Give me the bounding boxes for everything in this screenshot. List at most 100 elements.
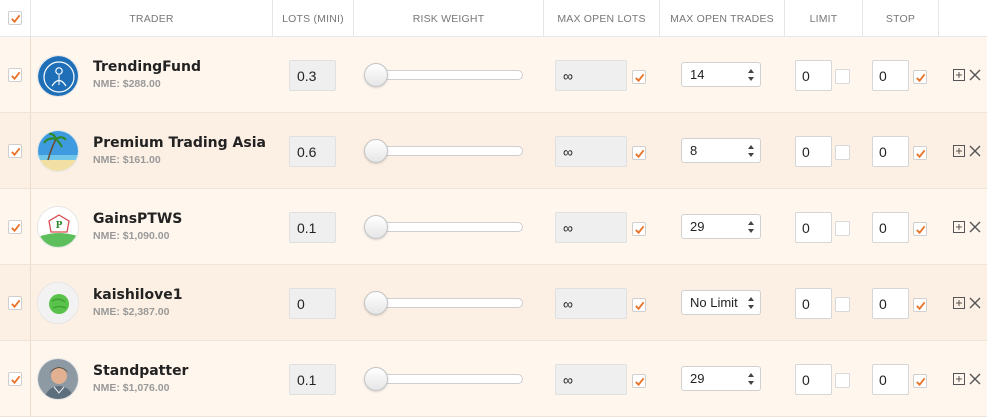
- risk-weight-slider-handle[interactable]: [364, 367, 388, 391]
- risk-weight-track[interactable]: [375, 70, 523, 80]
- row-select-checkbox[interactable]: [8, 372, 22, 386]
- max-open-lots-checkbox[interactable]: [632, 374, 646, 388]
- risk-weight-track[interactable]: [375, 374, 523, 384]
- risk-weight-track[interactable]: [375, 222, 523, 232]
- checkmark-icon: [10, 375, 20, 384]
- person-photo-avatar-icon[interactable]: [37, 358, 79, 400]
- limit-checkbox[interactable]: [835, 373, 850, 388]
- risk-weight-track[interactable]: [375, 298, 523, 308]
- trader-name[interactable]: GainsPTWS: [93, 211, 182, 227]
- limit-checkbox[interactable]: [835, 69, 850, 84]
- table-row: kaishilove1 NME: $2,387.00 0 ∞ No Limit …: [0, 265, 987, 341]
- limit-input[interactable]: 0: [795, 364, 832, 395]
- header-limit[interactable]: LIMIT: [785, 0, 862, 37]
- max-open-trades-select[interactable]: 8: [681, 138, 761, 163]
- select-arrows-icon: [748, 69, 754, 81]
- risk-weight-slider-handle[interactable]: [364, 63, 388, 87]
- expand-plus-icon[interactable]: [953, 145, 965, 157]
- max-open-trades-select[interactable]: No Limit: [681, 290, 761, 315]
- lots-input[interactable]: 0: [289, 288, 336, 319]
- limit-checkbox[interactable]: [835, 145, 850, 160]
- table-row: Premium Trading Asia NME: $161.00 0.6 ∞ …: [0, 113, 987, 189]
- lots-input[interactable]: 0.1: [289, 364, 336, 395]
- stop-input[interactable]: 0: [872, 364, 909, 395]
- row-select-checkbox[interactable]: [8, 220, 22, 234]
- expand-plus-icon[interactable]: [953, 69, 965, 81]
- max-open-lots-input[interactable]: ∞: [555, 60, 627, 91]
- trader-name[interactable]: Standpatter: [93, 363, 188, 379]
- close-icon[interactable]: [969, 221, 981, 233]
- stop-input[interactable]: 0: [872, 212, 909, 243]
- stop-checkbox[interactable]: [913, 146, 927, 160]
- checkmark-icon: [915, 301, 925, 310]
- header-risk-weight[interactable]: RISK WEIGHT: [354, 0, 543, 37]
- header-max-open-lots[interactable]: MAX OPEN LOTS: [544, 0, 659, 37]
- close-icon[interactable]: [969, 373, 981, 385]
- max-open-lots-checkbox[interactable]: [632, 146, 646, 160]
- limit-checkbox[interactable]: [835, 297, 850, 312]
- limit-input[interactable]: 0: [795, 60, 832, 91]
- stop-checkbox[interactable]: [913, 222, 927, 236]
- lots-input[interactable]: 0.6: [289, 136, 336, 167]
- lots-input[interactable]: 0.1: [289, 212, 336, 243]
- header-trader[interactable]: TRADER: [31, 0, 272, 37]
- expand-plus-icon[interactable]: [953, 221, 965, 233]
- limit-checkbox[interactable]: [835, 221, 850, 236]
- risk-weight-track[interactable]: [375, 146, 523, 156]
- row-select-checkbox[interactable]: [8, 296, 22, 310]
- max-open-lots-input[interactable]: ∞: [555, 288, 627, 319]
- checkmark-icon: [634, 73, 644, 82]
- max-open-trades-select[interactable]: 29: [681, 366, 761, 391]
- row-select-checkbox[interactable]: [8, 68, 22, 82]
- close-icon[interactable]: [969, 297, 981, 309]
- checkmark-icon: [915, 377, 925, 386]
- trendingfund-avatar-icon[interactable]: [37, 55, 79, 97]
- max-open-lots-checkbox[interactable]: [632, 222, 646, 236]
- select-arrows-icon: [748, 297, 754, 309]
- trader-name[interactable]: Premium Trading Asia: [93, 135, 266, 151]
- expand-plus-icon[interactable]: [953, 373, 965, 385]
- green-ball-avatar-icon[interactable]: [37, 282, 79, 324]
- select-all-checkbox[interactable]: [8, 11, 22, 25]
- limit-input[interactable]: 0: [795, 288, 832, 319]
- max-open-trades-value: 8: [690, 143, 698, 158]
- stop-input[interactable]: 0: [872, 288, 909, 319]
- stop-input[interactable]: 0: [872, 60, 909, 91]
- header-max-open-trades[interactable]: MAX OPEN TRADES: [660, 0, 784, 37]
- risk-weight-slider-handle[interactable]: [364, 291, 388, 315]
- beach-avatar-icon[interactable]: [37, 130, 79, 172]
- expand-plus-icon[interactable]: [953, 297, 965, 309]
- stop-checkbox[interactable]: [913, 70, 927, 84]
- header-stop[interactable]: STOP: [863, 0, 938, 37]
- max-open-lots-input[interactable]: ∞: [555, 136, 627, 167]
- stop-input[interactable]: 0: [872, 136, 909, 167]
- header-lots[interactable]: LOTS (MINI): [273, 0, 353, 37]
- max-open-lots-input[interactable]: ∞: [555, 364, 627, 395]
- checkmark-icon: [10, 14, 20, 23]
- trader-nme: NME: $161.00: [93, 154, 161, 166]
- max-open-lots-checkbox[interactable]: [632, 70, 646, 84]
- close-icon[interactable]: [969, 69, 981, 81]
- risk-weight-slider-handle[interactable]: [364, 215, 388, 239]
- checkmark-icon: [10, 147, 20, 156]
- table-row: Standpatter NME: $1,076.00 0.1 ∞ 29 0 0: [0, 341, 987, 417]
- max-open-lots-checkbox[interactable]: [632, 298, 646, 312]
- max-open-lots-input[interactable]: ∞: [555, 212, 627, 243]
- select-arrows-icon: [748, 373, 754, 385]
- table-header: TRADER LOTS (MINI) RISK WEIGHT MAX OPEN …: [0, 0, 987, 37]
- close-icon[interactable]: [969, 145, 981, 157]
- trader-name[interactable]: kaishilove1: [93, 287, 182, 303]
- max-open-trades-select[interactable]: 14: [681, 62, 761, 87]
- row-select-checkbox[interactable]: [8, 144, 22, 158]
- trader-nme: NME: $2,387.00: [93, 306, 170, 318]
- risk-weight-slider-handle[interactable]: [364, 139, 388, 163]
- max-open-trades-select[interactable]: 29: [681, 214, 761, 239]
- stop-checkbox[interactable]: [913, 374, 927, 388]
- lots-input[interactable]: 0.3: [289, 60, 336, 91]
- checkmark-icon: [634, 225, 644, 234]
- limit-input[interactable]: 0: [795, 212, 832, 243]
- limit-input[interactable]: 0: [795, 136, 832, 167]
- trader-name[interactable]: TrendingFund: [93, 59, 201, 75]
- stop-checkbox[interactable]: [913, 298, 927, 312]
- gainsptws-logo-icon[interactable]: P: [37, 206, 79, 248]
